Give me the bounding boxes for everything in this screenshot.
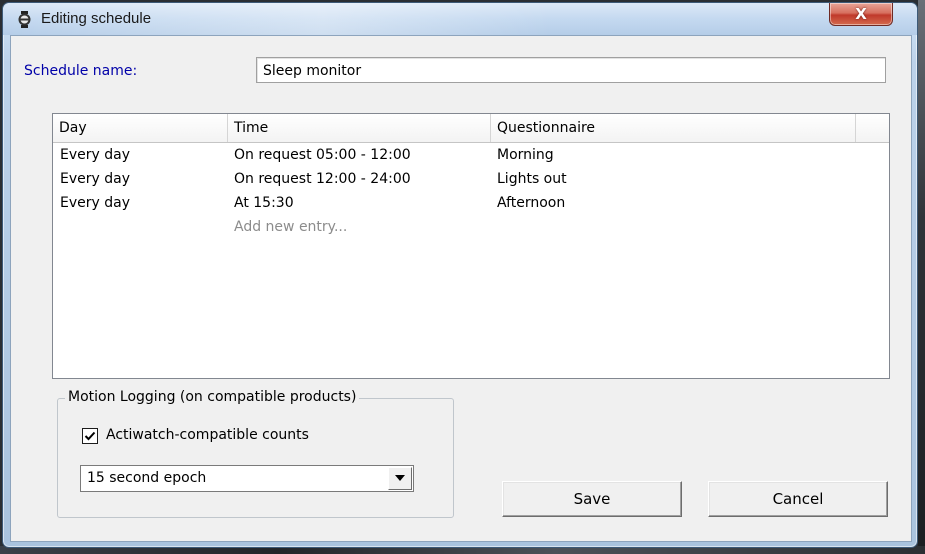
cell-day: Every day (60, 171, 130, 187)
motion-logging-group-title: Motion Logging (on compatible products) (65, 389, 360, 405)
cell-day: Every day (60, 195, 130, 211)
column-header-questionnaire[interactable]: Questionnaire (491, 114, 856, 142)
cell-questionnaire: Lights out (497, 171, 567, 187)
schedule-list[interactable]: Day Time Questionnaire Every day On requ… (52, 113, 890, 379)
cell-questionnaire: Afternoon (497, 195, 566, 211)
column-header-day[interactable]: Day (53, 114, 228, 142)
close-button[interactable]: X (829, 3, 893, 26)
checkmark-icon (84, 431, 96, 441)
actiwatch-counts-checkbox[interactable] (82, 428, 98, 444)
chevron-down-icon (395, 475, 405, 481)
epoch-select-value: 15 second epoch (87, 470, 207, 486)
list-header: Day Time Questionnaire (53, 114, 889, 143)
actiwatch-counts-label[interactable]: Actiwatch-compatible counts (106, 427, 309, 443)
table-row[interactable]: Every day At 15:30 Afternoon (53, 191, 889, 215)
cancel-button[interactable]: Cancel (708, 481, 888, 517)
cell-day: Every day (60, 147, 130, 163)
table-row[interactable]: Every day On request 12:00 - 24:00 Light… (53, 167, 889, 191)
add-new-entry-link[interactable]: Add new entry... (234, 215, 347, 239)
table-row[interactable]: Every day On request 05:00 - 12:00 Morni… (53, 143, 889, 167)
close-icon: X (855, 4, 867, 23)
motion-logging-group (57, 398, 454, 518)
cell-time: On request 12:00 - 24:00 (234, 171, 411, 187)
epoch-dropdown-button[interactable] (388, 467, 412, 490)
column-header-filler (856, 114, 889, 142)
schedule-name-label: Schedule name: (24, 63, 138, 79)
window-title: Editing schedule (41, 10, 152, 27)
title-bar[interactable]: Editing schedule X (3, 3, 917, 35)
desktop-backdrop-right (918, 0, 925, 554)
cell-time: On request 05:00 - 12:00 (234, 147, 411, 163)
cell-time: At 15:30 (234, 195, 294, 211)
add-entry-row[interactable]: Add new entry... (53, 215, 889, 239)
cell-questionnaire: Morning (497, 147, 554, 163)
epoch-select[interactable]: 15 second epoch (80, 465, 414, 492)
schedule-name-input[interactable]: Sleep monitor (256, 57, 886, 83)
watch-icon (16, 11, 33, 28)
column-header-time[interactable]: Time (228, 114, 491, 142)
save-button[interactable]: Save (502, 481, 682, 517)
